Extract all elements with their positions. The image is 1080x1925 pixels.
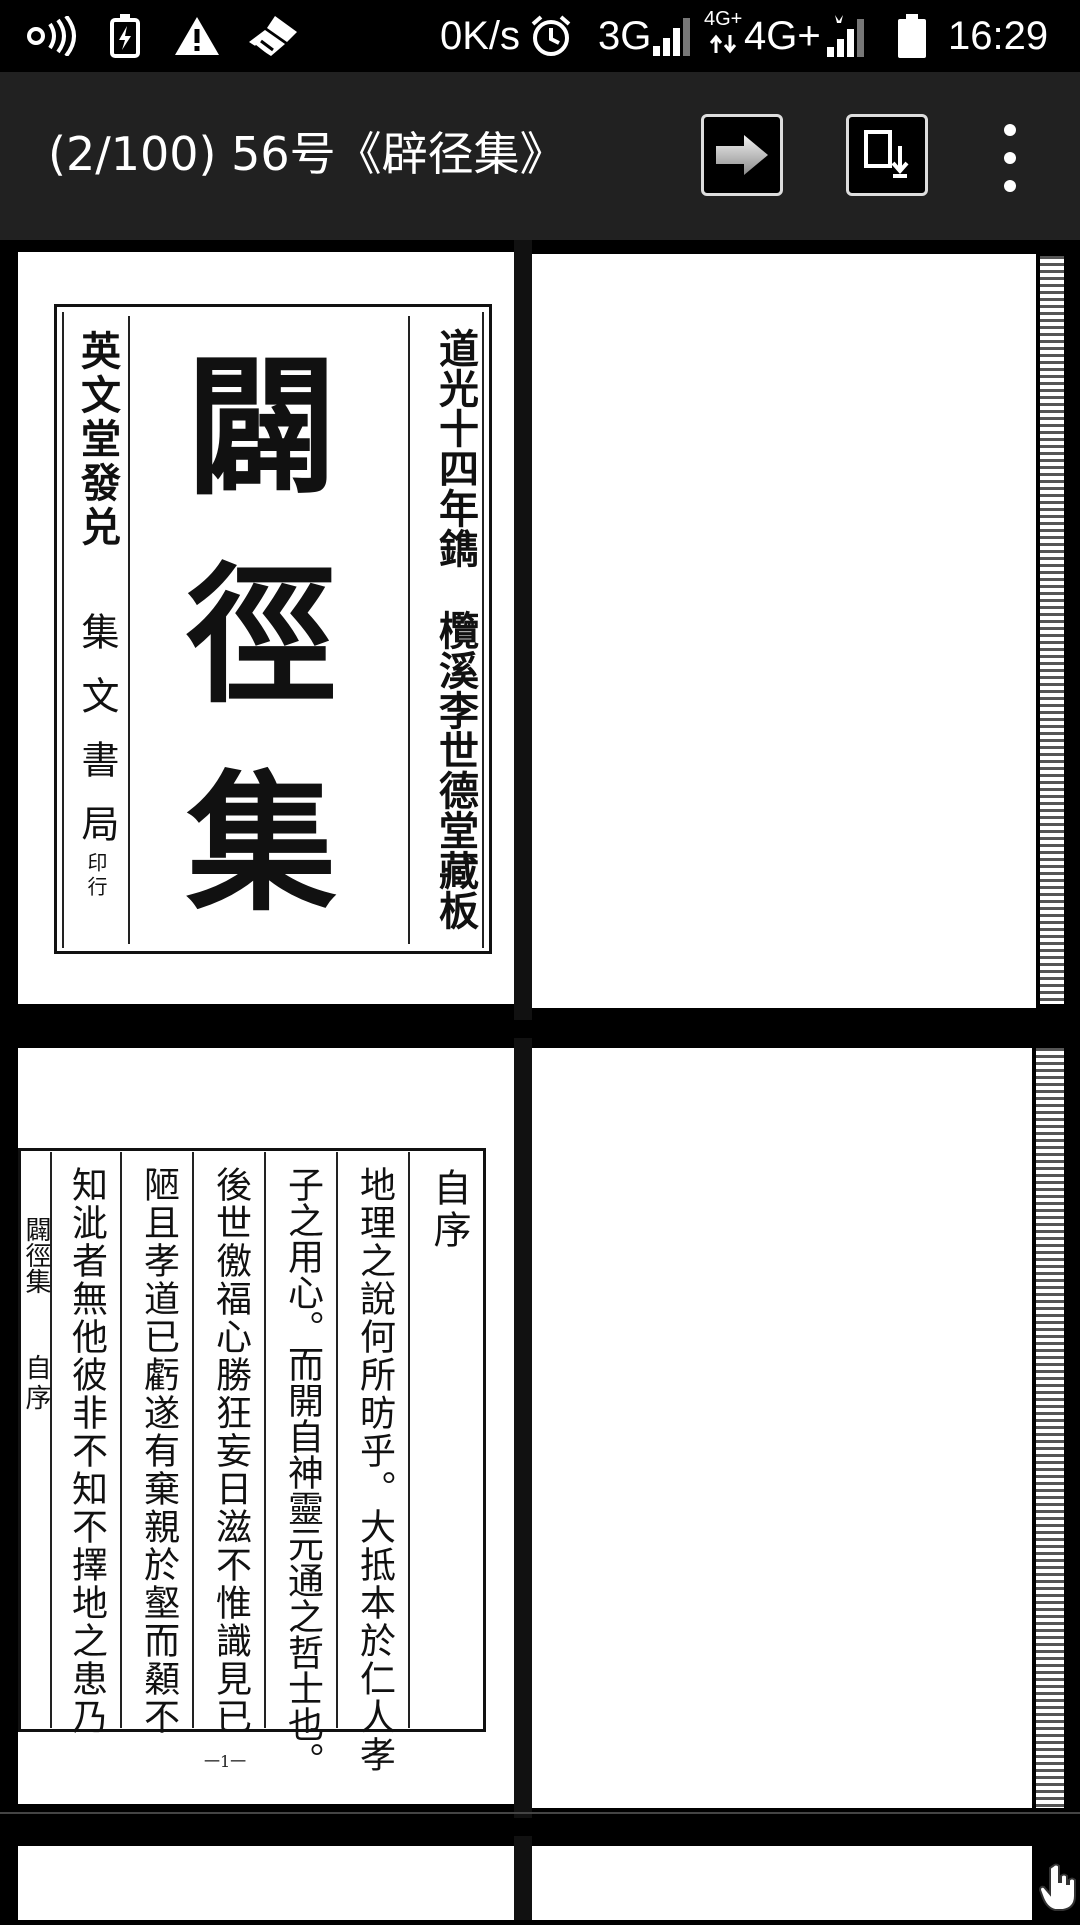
network-4g-label: 4G+	[744, 14, 821, 58]
preface-column-4: 陋且孝道已虧遂有棄親於壑而顙不	[138, 1166, 179, 1736]
battery-icon	[896, 14, 928, 58]
network-3g-label: 3G	[598, 14, 652, 58]
hand-pointer-icon	[1038, 1862, 1078, 1914]
download-page-button[interactable]	[846, 114, 928, 196]
app-bar: (2/100) 56号《辟径集》	[0, 72, 1080, 240]
margin-book-title: 闢徑集	[21, 1216, 51, 1294]
page-1-right	[532, 254, 1036, 1008]
preface-column-5: 知泚者無他彼非不知不擇地之患乃	[66, 1166, 107, 1736]
page-2-spine	[514, 1038, 532, 1818]
page-3-spine	[514, 1836, 532, 1920]
more-vert-icon-dot	[1004, 124, 1016, 136]
nfc-signal-icon	[26, 14, 82, 58]
page-1-left: 英文堂發兑 集文書局 印行 闢徑集 道光十四年鐫 欖溪李世德堂藏板	[18, 252, 518, 1004]
page-number: 一1一	[204, 1752, 247, 1771]
page-2-left: 自序 地理之說何所昉乎。大抵本於仁人孝 子之用心。而開自神靈元通之哲士也。 後世…	[18, 1048, 518, 1804]
battery-saver-icon	[108, 14, 142, 58]
page-3-right	[532, 1846, 1032, 1920]
network-speed: 0K/s	[440, 14, 521, 58]
printer-name: 英文堂發兑	[74, 330, 121, 550]
preface-heading: 自序	[427, 1168, 471, 1252]
download-icon	[864, 130, 909, 178]
book-title: 闢徑集	[161, 348, 337, 972]
document-viewer[interactable]: 英文堂發兑 集文書局 印行 闢徑集 道光十四年鐫 欖溪李世德堂藏板 自序 地理之…	[0, 240, 1080, 1920]
signal-strength-2-icon	[826, 14, 872, 58]
page-2-edge	[1036, 1048, 1064, 1808]
alarm-icon	[528, 14, 574, 58]
cleaning-brush-icon	[244, 14, 300, 58]
signal-strength-1-icon	[652, 14, 694, 58]
warning-icon	[172, 14, 222, 58]
printed-by: 印行	[84, 852, 108, 900]
preface-column-3: 後世徼福心勝狂妄日滋不惟識見已	[210, 1166, 251, 1736]
preface-column-2: 子之用心。而開自神靈元通之哲士也。	[282, 1166, 323, 1778]
preface-column-1: 地理之說何所昉乎。大抵本於仁人孝	[354, 1166, 395, 1774]
overflow-menu-button[interactable]	[990, 124, 1030, 192]
document-title: (2/100) 56号《辟径集》	[48, 127, 566, 181]
page-1-spine	[514, 240, 532, 1020]
status-bar: 0K/s 3G 4G+ 4G+ 16:29	[0, 0, 1080, 72]
data-transfer-icon	[708, 32, 738, 56]
publisher-name: 集文書局	[75, 612, 119, 868]
page-divider	[0, 1812, 1080, 1814]
engraving-date: 道光十四年鐫	[432, 328, 479, 568]
page-2-right	[532, 1048, 1032, 1808]
page-3-left	[18, 1846, 518, 1920]
clock: 16:29	[948, 14, 1049, 58]
margin-section-title: 自序	[21, 1354, 51, 1414]
network-4g-small-label: 4G+	[704, 8, 743, 30]
page-1-edge	[1040, 256, 1064, 1004]
next-page-button[interactable]	[701, 114, 783, 196]
arrow-right-icon	[716, 135, 768, 175]
woodblock-owner: 欖溪李世德堂藏板	[432, 610, 479, 930]
